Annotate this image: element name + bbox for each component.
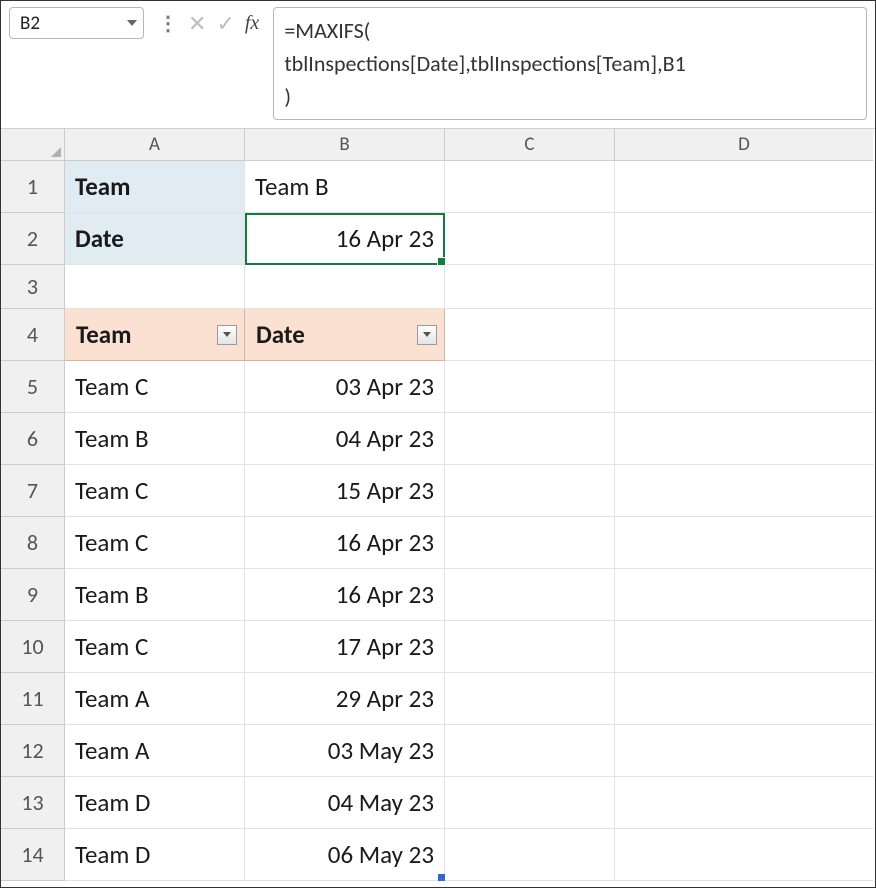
rows: 1 Team Team B 2 Date 16 Apr 23 3 4 Team	[1, 161, 875, 881]
table-corner-mark	[438, 874, 445, 881]
cell-team[interactable]: Team B	[65, 569, 245, 621]
cell-date[interactable]: 04 Apr 23	[245, 413, 445, 465]
select-all-corner[interactable]	[1, 129, 65, 161]
row-header[interactable]: 11	[1, 673, 65, 725]
cell-date[interactable]: 16 Apr 23	[245, 517, 445, 569]
cell-date[interactable]: 29 Apr 23	[245, 673, 445, 725]
cell-A2[interactable]: Date	[65, 213, 245, 265]
table-header-date[interactable]: Date	[245, 309, 445, 361]
row-header[interactable]: 7	[1, 465, 65, 517]
cell-date[interactable]: 03 Apr 23	[245, 361, 445, 413]
cell-date[interactable]: 15 Apr 23	[245, 465, 445, 517]
chevron-down-icon	[423, 332, 431, 337]
row-header[interactable]: 4	[1, 309, 65, 361]
cell-date[interactable]: 17 Apr 23	[245, 621, 445, 673]
name-box-value: B2	[20, 12, 123, 35]
row-header[interactable]: 3	[1, 265, 65, 309]
table-row: 7 Team C 15 Apr 23	[1, 465, 875, 517]
col-header-A[interactable]: A	[65, 129, 245, 161]
table-row: 5 Team C 03 Apr 23	[1, 361, 875, 413]
worksheet-grid[interactable]: A B C D 1 Team Team B 2 Date 16 Apr 23 3	[1, 129, 875, 889]
table-row: 6 Team B 04 Apr 23	[1, 413, 875, 465]
cell-D2[interactable]	[615, 213, 873, 265]
row-header[interactable]: 6	[1, 413, 65, 465]
row-1: 1 Team Team B	[1, 161, 875, 213]
name-box[interactable]: B2	[9, 7, 144, 39]
row-header[interactable]: 10	[1, 621, 65, 673]
cell-D4[interactable]	[615, 309, 873, 361]
table-row: 11 Team A 29 Apr 23	[1, 673, 875, 725]
row-header[interactable]: 5	[1, 361, 65, 413]
cell-A3[interactable]	[65, 265, 245, 309]
chevron-down-icon[interactable]	[127, 20, 137, 26]
cell-team[interactable]: Team C	[65, 465, 245, 517]
col-header-C[interactable]: C	[445, 129, 615, 161]
cell-team[interactable]: Team B	[65, 413, 245, 465]
cell-date[interactable]: 06 May 23	[245, 829, 445, 881]
cell-team[interactable]: Team D	[65, 777, 245, 829]
table-row: 8 Team C 16 Apr 23	[1, 517, 875, 569]
table-row: 13 Team D 04 May 23	[1, 777, 875, 829]
cell-D1[interactable]	[615, 161, 873, 213]
cell-B1[interactable]: Team B	[245, 161, 445, 213]
cell-date[interactable]: 16 Apr 23	[245, 569, 445, 621]
table-row: 9 Team B 16 Apr 23	[1, 569, 875, 621]
col-header-D[interactable]: D	[615, 129, 873, 161]
formula-input[interactable]: =MAXIFS( tblInspections[Date],tblInspect…	[273, 7, 867, 120]
fx-icon[interactable]: fx	[245, 12, 259, 35]
cell-B3[interactable]	[245, 265, 445, 309]
cell-team[interactable]: Team C	[65, 517, 245, 569]
filter-button[interactable]	[217, 325, 237, 345]
row-header[interactable]: 9	[1, 569, 65, 621]
column-headers: A B C D	[65, 129, 875, 161]
cell-C2[interactable]	[445, 213, 615, 265]
row-header[interactable]: 8	[1, 517, 65, 569]
row-2: 2 Date 16 Apr 23	[1, 213, 875, 265]
row-header[interactable]: 14	[1, 829, 65, 881]
row-header[interactable]: 13	[1, 777, 65, 829]
cell-team[interactable]: Team A	[65, 673, 245, 725]
row-header[interactable]: 2	[1, 213, 65, 265]
row-header[interactable]: 1	[1, 161, 65, 213]
cell-team[interactable]: Team C	[65, 621, 245, 673]
filter-button[interactable]	[417, 325, 437, 345]
cell-C3[interactable]	[445, 265, 615, 309]
cancel-icon[interactable]: ✕	[188, 10, 206, 37]
cell-C1[interactable]	[445, 161, 615, 213]
formula-bar-buttons: ⋮ ✕ ✓ fx	[152, 7, 265, 39]
formula-bar: B2 ⋮ ✕ ✓ fx =MAXIFS( tblInspections[Date…	[1, 1, 875, 129]
divider-icon: ⋮	[158, 11, 178, 36]
col-header-B[interactable]: B	[245, 129, 445, 161]
cell-team[interactable]: Team A	[65, 725, 245, 777]
cell-team[interactable]: Team D	[65, 829, 245, 881]
cell-D3[interactable]	[615, 265, 873, 309]
cell-date[interactable]: 03 May 23	[245, 725, 445, 777]
chevron-down-icon	[223, 332, 231, 337]
table-row: 12 Team A 03 May 23	[1, 725, 875, 777]
row-4: 4 Team Date	[1, 309, 875, 361]
table-header-team-label: Team	[76, 319, 131, 350]
table-header-date-label: Date	[256, 319, 305, 350]
enter-icon[interactable]: ✓	[216, 10, 234, 37]
cell-A1[interactable]: Team	[65, 161, 245, 213]
row-header[interactable]: 12	[1, 725, 65, 777]
table-row: 10 Team C 17 Apr 23	[1, 621, 875, 673]
table-header-team[interactable]: Team	[65, 309, 245, 361]
cell-C4[interactable]	[445, 309, 615, 361]
row-3: 3	[1, 265, 875, 309]
cell-team[interactable]: Team C	[65, 361, 245, 413]
cell-date[interactable]: 04 May 23	[245, 777, 445, 829]
cell-B2[interactable]: 16 Apr 23	[245, 213, 445, 265]
